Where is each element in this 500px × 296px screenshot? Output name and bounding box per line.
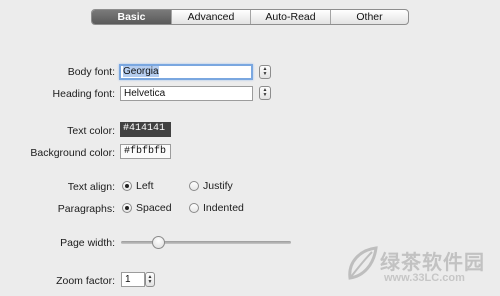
background-color-value: #fbfbfb: [124, 146, 167, 157]
text-align-justify-label: Justify: [203, 180, 233, 192]
chevron-down-icon: ▼: [147, 278, 153, 285]
watermark-name: 绿茶软件园: [380, 252, 485, 274]
zoom-factor-label: Zoom factor:: [56, 275, 115, 287]
watermark: 绿茶软件园 www.33LC.com: [344, 244, 494, 292]
zoom-factor-value: 1: [125, 274, 131, 285]
chevron-down-icon: ▼: [262, 92, 268, 98]
chevron-down-icon: ▼: [262, 71, 268, 77]
radio-unselected-icon: [189, 181, 199, 191]
body-font-value: Georgia: [123, 66, 159, 77]
heading-font-picker-button[interactable]: ▲ ▼: [259, 86, 271, 100]
text-color-label: Text color:: [67, 125, 115, 137]
heading-font-field[interactable]: Helvetica: [120, 86, 253, 101]
page-width-label: Page width:: [60, 237, 115, 249]
page-width-slider-knob[interactable]: [152, 236, 166, 249]
leaf-logo-icon: [348, 246, 378, 280]
paragraphs-label: Paragraphs:: [57, 203, 115, 215]
paragraphs-spaced-option[interactable]: Spaced: [122, 202, 172, 214]
tab-advanced[interactable]: Advanced: [171, 10, 250, 24]
body-font-label: Body font:: [67, 66, 115, 78]
heading-font-label: Heading font:: [52, 88, 115, 100]
paragraphs-indented-label: Indented: [203, 202, 244, 214]
background-color-well[interactable]: #fbfbfb: [120, 144, 171, 159]
tab-basic[interactable]: Basic: [92, 10, 171, 24]
body-font-field[interactable]: Georgia: [119, 64, 253, 80]
zoom-factor-stepper[interactable]: ▲ ▼: [145, 272, 155, 287]
radio-selected-icon: [122, 181, 132, 191]
text-align-left-option[interactable]: Left: [122, 180, 154, 192]
text-align-left-label: Left: [136, 180, 154, 192]
text-align-justify-option[interactable]: Justify: [189, 180, 233, 192]
tab-bar: Basic Advanced Auto-Read Other: [91, 9, 409, 25]
tab-other[interactable]: Other: [330, 10, 408, 24]
text-color-value: #414141: [123, 123, 166, 134]
page-width-slider-track[interactable]: [121, 241, 291, 244]
radio-unselected-icon: [189, 203, 199, 213]
text-align-label: Text align:: [67, 181, 115, 193]
text-color-well[interactable]: #414141: [120, 122, 171, 137]
paragraphs-spaced-label: Spaced: [136, 202, 172, 214]
body-font-picker-button[interactable]: ▲ ▼: [259, 65, 271, 79]
zoom-factor-field[interactable]: 1: [121, 272, 145, 287]
heading-font-value: Helvetica: [124, 88, 166, 99]
tab-auto-read[interactable]: Auto-Read: [250, 10, 330, 24]
watermark-url: www.33LC.com: [384, 272, 465, 284]
background-color-label: Background color:: [30, 147, 115, 159]
paragraphs-indented-option[interactable]: Indented: [189, 202, 244, 214]
radio-selected-icon: [122, 203, 132, 213]
